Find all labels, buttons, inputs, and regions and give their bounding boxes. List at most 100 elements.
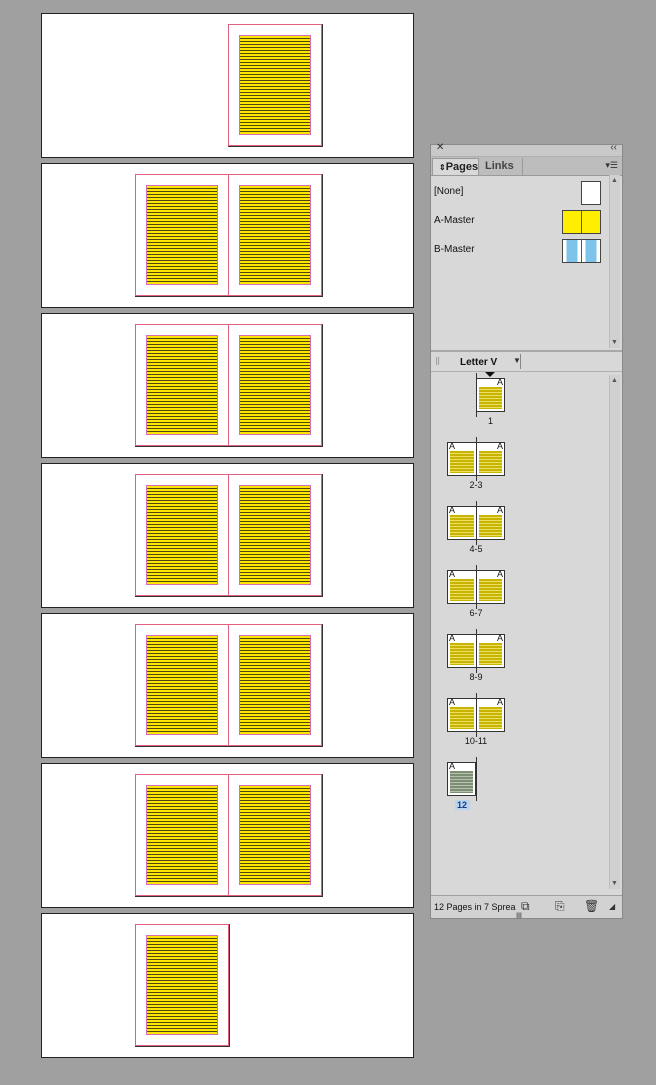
current-page-indicator-icon [485,372,495,377]
tab-links[interactable]: Links [479,158,523,175]
document-page[interactable] [228,24,323,147]
text-frame[interactable] [147,186,217,284]
text-frame-preview [450,771,473,793]
master-thumbnail [581,181,601,205]
document-spread[interactable] [41,613,414,758]
document-page[interactable] [135,624,230,747]
text-frame[interactable] [147,636,217,734]
document-spread[interactable] [41,163,414,308]
master-prefix-label: A [449,761,456,771]
scroll-down-icon[interactable]: ▼ [611,339,618,346]
master-b[interactable]: B-Master [431,237,611,263]
page-thumbnail-half: A [475,441,505,475]
master-prefix-label: A [496,569,503,579]
pages-section: A 1 A A 2-3 A A 4-5 A A 6-7 A A 8-9 A A 10-11 A 12 [431,372,611,892]
text-frame-preview [478,515,502,537]
scroll-up-icon[interactable]: ▲ [611,177,618,184]
page-thumbnail-half: A [475,505,505,539]
text-frame-preview [450,451,474,473]
text-frame-preview [478,579,502,601]
text-frame[interactable] [240,636,310,734]
document-page[interactable] [228,474,323,597]
master-label: A-Master [434,215,475,226]
master-prefix-label: A [449,441,456,451]
text-frame[interactable] [147,786,217,884]
master-label: B-Master [434,244,475,255]
bottom-grip-icon[interactable]: ||||||||| [516,913,522,919]
text-frame-preview [450,579,474,601]
text-frame-preview [450,515,474,537]
tab-pages-label: Pages [445,161,479,173]
panel-divider[interactable] [431,350,622,352]
text-frame[interactable] [240,186,310,284]
spread-label: 1 [487,416,493,426]
text-frame[interactable] [147,486,217,584]
page-size-bar: ⣿ Letter V ▼ [431,353,622,372]
document-page[interactable] [135,324,230,447]
spread-spine [476,501,477,545]
master-none[interactable]: [None] [431,179,611,205]
document-spread[interactable] [41,763,414,908]
page-thumbnail-half: A [448,697,476,731]
spread-spine [476,757,477,801]
spread-label: 10-11 [464,736,488,746]
page-count-status: 12 Pages in 7 Sprea [434,902,516,912]
spread-label: 4-5 [469,544,483,554]
spread-spine [476,629,477,673]
edit-page-size-icon[interactable]: ⧉ [521,899,530,914]
page-thumbnail[interactable]: A [476,377,505,412]
master-prefix-label: A [449,633,456,643]
page-thumbnail-half: A [475,697,505,731]
document-page[interactable] [228,174,323,297]
document-page[interactable] [135,174,230,297]
document-page[interactable] [228,774,323,897]
collapse-icon[interactable]: ‹‹ [610,142,617,153]
document-page[interactable] [228,324,323,447]
panel-title-bar: ✕ ‹‹ [431,142,622,157]
pages-scrollbar[interactable]: ▲ ▼ [609,375,620,889]
master-a[interactable]: A-Master [431,208,611,234]
panel-menu-icon[interactable]: ▾☰ [605,160,618,171]
master-prefix-label: A [496,377,503,387]
text-frame[interactable] [147,336,217,434]
panel-status-bar: 12 Pages in 7 Sprea ⧉ ⎘ 🗑 ◢ [431,895,622,918]
document-page[interactable] [135,924,230,1047]
text-frame-preview [478,451,502,473]
page-size-select[interactable]: Letter V [460,357,497,368]
close-icon[interactable]: ✕ [436,142,444,153]
master-thumbnail [562,210,601,234]
resize-grip-icon[interactable]: ◢ [609,902,615,911]
text-frame-preview [478,707,502,729]
document-spread[interactable] [41,313,414,458]
text-frame-preview [450,643,474,665]
tab-pages[interactable]: ⇕Pages [432,158,479,175]
document-spread[interactable] [41,13,414,158]
scroll-up-icon[interactable]: ▲ [611,377,618,384]
document-spread[interactable] [41,913,414,1058]
text-frame[interactable] [147,936,217,1034]
text-frame[interactable] [240,336,310,434]
document-page[interactable] [135,774,230,897]
scroll-down-icon[interactable]: ▼ [611,880,618,887]
document-page[interactable] [228,624,323,747]
page-thumbnail[interactable]: A [447,761,476,796]
text-frame[interactable] [240,36,310,134]
page-thumbnail-half: A [448,633,476,667]
divider [520,354,521,369]
page-thumbnail-half: A [477,377,504,411]
tab-links-label: Links [485,160,514,172]
pages-panel: ✕ ‹‹ ⇕Pages Links ▾☰ [None] A-Master B-M… [430,142,623,919]
grip-icon[interactable]: ⣿ [435,357,440,365]
page-thumbnail-half: A [448,505,476,539]
trash-icon[interactable]: 🗑 [584,899,599,913]
master-prefix-label: A [496,633,503,643]
new-page-icon[interactable]: ⎘ [555,899,565,914]
master-label: [None] [434,186,464,197]
text-frame[interactable] [240,786,310,884]
masters-scrollbar[interactable]: ▲ ▼ [609,175,620,348]
document-spread[interactable] [41,463,414,608]
text-frame[interactable] [240,486,310,584]
spread-label: 12 [454,800,470,810]
document-page[interactable] [135,474,230,597]
master-prefix-label: A [496,441,503,451]
